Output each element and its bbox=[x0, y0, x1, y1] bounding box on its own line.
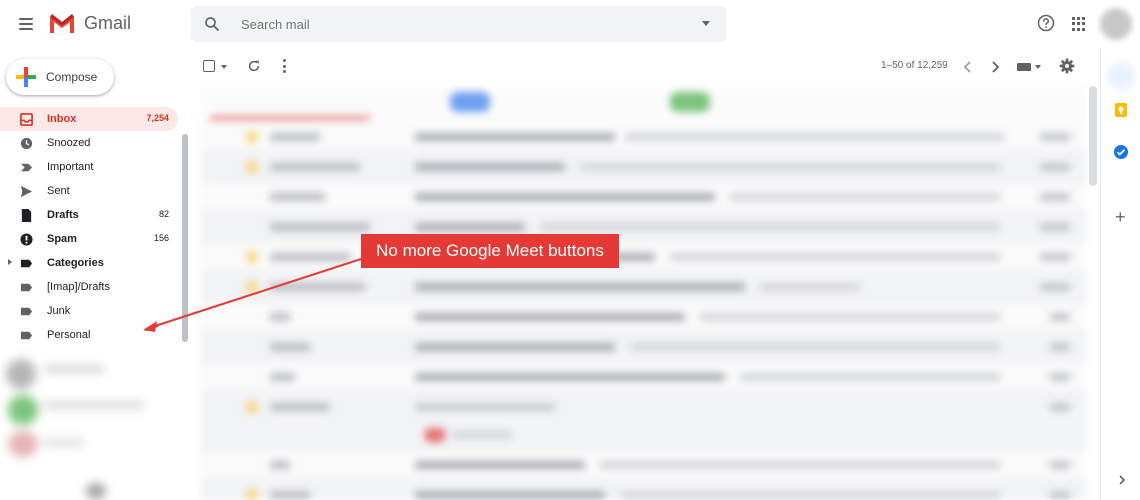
sidebar-item-label: Drafts bbox=[47, 209, 79, 221]
search-input[interactable] bbox=[241, 16, 671, 32]
keep-icon[interactable] bbox=[1113, 102, 1129, 118]
apps-icon[interactable] bbox=[1072, 17, 1086, 31]
sidebar-item-personal[interactable]: Personal bbox=[0, 323, 178, 347]
sidebar-item-sent[interactable]: Sent bbox=[0, 179, 178, 203]
important-icon bbox=[20, 163, 33, 172]
app-name: Gmail bbox=[84, 12, 132, 33]
mail-row[interactable] bbox=[200, 362, 1086, 392]
sidebar-item-important[interactable]: Important bbox=[0, 155, 178, 179]
annotation-text: No more Google Meet buttons bbox=[376, 241, 604, 260]
tasks-icon[interactable] bbox=[1113, 144, 1129, 160]
input-tools-dropdown-icon[interactable] bbox=[1035, 65, 1041, 69]
send-icon bbox=[20, 185, 33, 198]
sidebar-item-junk[interactable]: Junk bbox=[0, 299, 178, 323]
menu-icon[interactable] bbox=[14, 12, 38, 36]
plus-icon bbox=[16, 67, 36, 87]
mail-row[interactable] bbox=[200, 272, 1086, 302]
sidebar-item-label: Categories bbox=[47, 257, 104, 269]
sidebar-item-label: Important bbox=[47, 161, 94, 173]
gmail-m-icon bbox=[50, 14, 74, 33]
select-all-checkbox[interactable] bbox=[203, 60, 215, 72]
mail-list-scrollbar[interactable] bbox=[1089, 86, 1097, 186]
search-options-icon[interactable] bbox=[702, 21, 710, 26]
expand-arrow-icon[interactable] bbox=[8, 259, 12, 265]
compose-label: Compose bbox=[46, 70, 98, 84]
mail-toolbar: 1–50 of 12,259 bbox=[191, 52, 1086, 82]
sidebar-item-inbox[interactable]: Inbox 7,254 bbox=[0, 107, 178, 131]
clock-icon bbox=[20, 137, 33, 150]
spam-icon bbox=[20, 233, 33, 246]
chevron-right-icon[interactable] bbox=[1117, 474, 1127, 486]
sidebar-item-label: Inbox bbox=[47, 113, 77, 125]
sidebar-item-label: [Imap]/Drafts bbox=[47, 281, 110, 293]
label-icon bbox=[20, 283, 33, 292]
select-dropdown-icon[interactable] bbox=[221, 65, 227, 69]
label-icon bbox=[20, 307, 33, 316]
sidebar-item-drafts[interactable]: Drafts 82 bbox=[0, 203, 178, 227]
gmail-window: Gmail Compose Inbox bbox=[0, 0, 1140, 500]
search-bar[interactable] bbox=[191, 6, 726, 42]
calendar-icon[interactable] bbox=[1107, 62, 1135, 90]
mail-row[interactable] bbox=[200, 212, 1086, 242]
refresh-icon[interactable] bbox=[247, 59, 261, 73]
sidebar-item-label: Sent bbox=[47, 185, 70, 197]
hangouts-panel-blurred bbox=[0, 355, 190, 500]
mail-row[interactable] bbox=[200, 392, 1086, 450]
chevron-right-icon[interactable] bbox=[989, 60, 1001, 74]
help-icon[interactable] bbox=[1037, 14, 1055, 32]
sidebar-scrollbar[interactable] bbox=[182, 134, 188, 342]
sidebar-item-imap-drafts[interactable]: [Imap]/Drafts bbox=[0, 275, 178, 299]
top-header: Gmail bbox=[0, 0, 1140, 48]
inbox-icon bbox=[20, 113, 33, 126]
sidebar-item-label: Snoozed bbox=[47, 137, 91, 149]
settings-icon[interactable] bbox=[1059, 58, 1075, 74]
label-icon bbox=[20, 259, 33, 268]
sidebar-nav: Inbox 7,254 Snoozed Important Sent Draft… bbox=[0, 107, 182, 347]
add-addon-icon[interactable]: + bbox=[1115, 208, 1126, 226]
mail-row[interactable] bbox=[200, 152, 1086, 182]
unread-count: 7,254 bbox=[146, 113, 169, 123]
chevron-left-icon[interactable] bbox=[962, 60, 974, 74]
mail-row[interactable] bbox=[200, 242, 1086, 272]
category-tabs-blurred bbox=[200, 86, 1086, 122]
sidebar-item-label: Junk bbox=[47, 305, 71, 317]
sidebar-item-snoozed[interactable]: Snoozed bbox=[0, 131, 178, 155]
draft-count: 82 bbox=[158, 209, 169, 219]
mail-row[interactable] bbox=[200, 450, 1086, 480]
mail-row[interactable] bbox=[200, 480, 1086, 500]
search-icon[interactable] bbox=[203, 15, 221, 33]
mail-row[interactable] bbox=[200, 332, 1086, 362]
label-icon bbox=[20, 331, 33, 340]
annotation-callout: No more Google Meet buttons bbox=[361, 234, 619, 268]
mail-row[interactable] bbox=[200, 302, 1086, 332]
mail-row[interactable] bbox=[200, 182, 1086, 212]
draft-icon bbox=[21, 209, 32, 222]
keyboard-icon[interactable] bbox=[1017, 63, 1031, 71]
sidebar-item-categories[interactable]: Categories bbox=[0, 251, 178, 275]
mail-list-blurred bbox=[200, 86, 1086, 500]
gmail-logo[interactable]: Gmail bbox=[48, 12, 131, 34]
more-vert-icon[interactable] bbox=[282, 59, 286, 73]
sidebar-item-label: Spam bbox=[47, 233, 77, 245]
compose-button[interactable]: Compose bbox=[6, 59, 114, 95]
sidebar-item-label: Personal bbox=[47, 329, 91, 341]
side-panel: + bbox=[1100, 48, 1140, 500]
avatar[interactable] bbox=[1100, 8, 1132, 40]
mail-row[interactable] bbox=[200, 122, 1086, 152]
sidebar-item-spam[interactable]: Spam 156 bbox=[0, 227, 178, 251]
spam-count: 156 bbox=[153, 233, 169, 243]
pagination-label: 1–50 of 12,259 bbox=[881, 60, 948, 71]
